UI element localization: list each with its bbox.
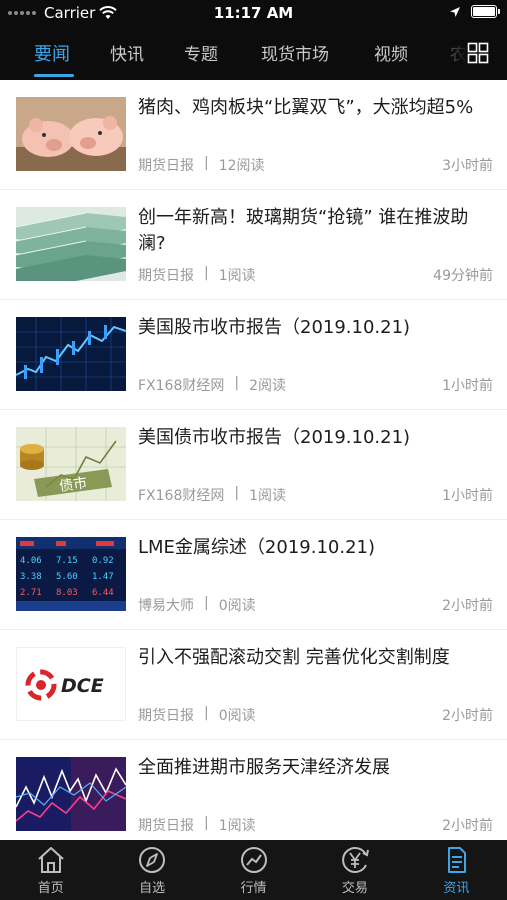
news-list: 猪肉、鸡肉板块“比翼双飞”，大涨均超5% 期货日报 | 12阅读 3小时前 创一… — [0, 80, 507, 840]
news-item[interactable]: 美国股市收市报告（2019.10.21) FX168财经网 | 2阅读 1小时前 — [0, 300, 507, 410]
news-source: FX168财经网 — [138, 378, 225, 394]
news-reads: 1阅读 — [218, 818, 256, 834]
channel-grid-button[interactable] — [449, 26, 507, 80]
svg-text:3.38: 3.38 — [20, 572, 42, 582]
tab-yaowen[interactable]: 要闻 — [34, 40, 70, 66]
news-source: 期货日报 — [138, 268, 194, 284]
news-thumbnail-glass — [16, 207, 126, 281]
news-item[interactable]: 猪肉、鸡肉板块“比翼双飞”，大涨均超5% 期货日报 | 12阅读 3小时前 — [0, 80, 507, 190]
status-bar: Carrier 11:17 AM — [0, 0, 507, 26]
news-title: 猪肉、鸡肉板块“比翼双飞”，大涨均超5% — [138, 97, 474, 118]
meta-divider: | — [234, 375, 240, 391]
news-source: 期货日报 — [138, 818, 194, 834]
nav-watchlist[interactable]: 自选 — [101, 840, 202, 900]
news-time: 2小时前 — [442, 598, 493, 614]
news-title: 全面推进期市服务天津经济发展 — [138, 757, 390, 778]
nav-trade-label: 交易 — [341, 881, 368, 896]
dce-logo-text: DCE — [61, 675, 104, 697]
news-time: 3小时前 — [442, 158, 493, 174]
news-reads: 0阅读 — [218, 708, 256, 724]
tab-zhuanti[interactable]: 专题 — [184, 40, 218, 65]
trend-icon — [240, 847, 267, 873]
grid-icon — [467, 42, 489, 64]
news-meta: FX168财经网 | 1阅读 — [138, 485, 286, 505]
battery-icon — [471, 5, 500, 18]
nav-watchlist-label: 自选 — [139, 881, 166, 896]
news-thumbnail-bond-coins: 债市 — [16, 427, 126, 501]
svg-text:0.92: 0.92 — [92, 556, 114, 566]
news-source: 期货日报 — [138, 708, 194, 724]
news-time: 1小时前 — [442, 378, 493, 394]
nav-market-label: 行情 — [240, 881, 267, 896]
tab-xianhuo[interactable]: 现货市场 — [261, 40, 329, 65]
news-title: 美国债市收市报告（2019.10.21) — [138, 427, 411, 448]
tab-kuaixun[interactable]: 快讯 — [110, 40, 144, 65]
status-right — [449, 5, 500, 18]
compass-icon — [139, 847, 166, 873]
news-reads: 12阅读 — [218, 158, 265, 174]
svg-text:1.47: 1.47 — [92, 572, 114, 582]
bottom-navigation: 首页 自选 行情 交易 资讯 — [0, 840, 507, 900]
news-item[interactable]: 创一年新高！玻璃期货“抢镜” 谁在推波助澜? 期货日报 | 1阅读 49分钟前 — [0, 190, 507, 300]
news-thumbnail-dce-logo: DCE — [16, 647, 126, 721]
news-source: FX168财经网 — [138, 488, 225, 504]
news-reads: 1阅读 — [249, 488, 287, 504]
yen-icon — [342, 847, 369, 873]
active-tab-indicator — [34, 74, 74, 77]
news-item[interactable]: 债市 美国债市收市报告（2019.10.21) FX168财经网 | 1阅读 1… — [0, 410, 507, 520]
svg-text:6.44: 6.44 — [92, 588, 114, 598]
news-time: 2小时前 — [442, 708, 493, 724]
nav-home[interactable]: 首页 — [0, 840, 101, 900]
news-meta: 期货日报 | 1阅读 — [138, 265, 256, 285]
news-reads: 0阅读 — [218, 598, 256, 614]
news-item[interactable]: DCE 引入不强配滚动交割 完善优化交割制度 期货日报 | 0阅读 2小时前 — [0, 630, 507, 740]
news-thumbnail-chart-lines — [16, 757, 126, 831]
nav-trade[interactable]: 交易 — [304, 840, 405, 900]
nav-news[interactable]: 资讯 — [406, 840, 507, 900]
news-title: 美国股市收市报告（2019.10.21) — [138, 317, 411, 338]
news-reads: 2阅读 — [249, 378, 287, 394]
meta-divider: | — [234, 485, 240, 501]
nav-market[interactable]: 行情 — [203, 840, 304, 900]
news-thumbnail-pigs — [16, 97, 126, 171]
location-arrow-icon — [450, 6, 460, 17]
news-reads: 1阅读 — [218, 268, 256, 284]
svg-text:8.03: 8.03 — [56, 588, 78, 598]
tab-shipin[interactable]: 视频 — [374, 40, 408, 65]
news-title: 引入不强配滚动交割 完善优化交割制度 — [138, 647, 450, 668]
meta-divider: | — [204, 265, 209, 281]
category-tabs: 要闻 快讯 专题 现货市场 视频 农 — [0, 26, 507, 80]
svg-text:7.15: 7.15 — [56, 556, 78, 566]
nav-news-label: 资讯 — [443, 881, 470, 896]
home-icon — [38, 847, 64, 873]
meta-divider: | — [204, 815, 209, 831]
document-icon — [448, 847, 467, 873]
news-time: 49分钟前 — [433, 268, 493, 284]
news-source: 期货日报 — [138, 158, 194, 174]
meta-divider: | — [204, 595, 209, 611]
meta-divider: | — [204, 705, 209, 721]
news-meta: FX168财经网 | 2阅读 — [138, 375, 286, 395]
news-meta: 期货日报 | 0阅读 — [138, 705, 256, 725]
news-time: 1小时前 — [442, 488, 493, 504]
news-item[interactable]: 全面推进期市服务天津经济发展 期货日报 | 1阅读 2小时前 — [0, 740, 507, 840]
svg-text:4.06: 4.06 — [20, 556, 42, 566]
nav-home-label: 首页 — [37, 881, 64, 896]
news-meta: 期货日报 | 12阅读 — [138, 155, 265, 175]
svg-text:2.71: 2.71 — [20, 588, 42, 598]
news-item[interactable]: 4.06 7.15 0.92 3.38 5.60 1.47 2.71 8.03 6.44 L… — [0, 520, 507, 630]
news-title: LME金属综述（2019.10.21) — [138, 537, 376, 558]
news-source: 博易大师 — [138, 598, 194, 614]
svg-text:5.60: 5.60 — [56, 572, 78, 582]
news-meta: 博易大师 | 0阅读 — [138, 595, 256, 615]
status-time: 11:17 AM — [213, 4, 294, 22]
news-thumbnail-metal-board: 4.06 7.15 0.92 3.38 5.60 1.47 2.71 8.03 6.44 — [16, 537, 126, 611]
news-title: 创一年新高！玻璃期货“抢镜” 谁在推波助澜? — [138, 207, 469, 254]
news-time: 2小时前 — [442, 818, 493, 834]
news-meta: 期货日报 | 1阅读 — [138, 815, 256, 835]
meta-divider: | — [204, 155, 209, 171]
news-thumbnail-stock-chart — [16, 317, 126, 391]
